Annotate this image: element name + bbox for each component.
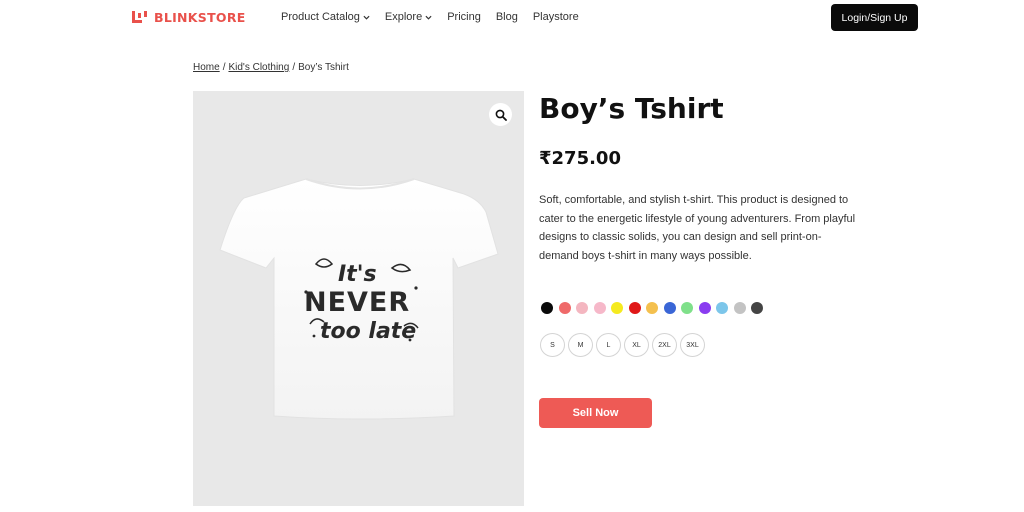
color-swatch[interactable] [558, 302, 571, 314]
breadcrumb-separator: / [222, 62, 226, 73]
color-swatch[interactable] [698, 302, 711, 314]
nav-pricing[interactable]: Pricing [447, 11, 481, 23]
breadcrumb-home[interactable]: Home [193, 62, 220, 73]
nav-label: Explore [384, 11, 423, 23]
nav-playstore[interactable]: Playstore [533, 11, 579, 23]
size-option[interactable]: L [596, 333, 621, 357]
size-option[interactable]: 2XL [652, 333, 677, 357]
main-nav: Product Catalog Explore Pricing Blog Pla… [281, 11, 579, 23]
color-swatch[interactable] [751, 302, 763, 314]
size-option[interactable]: M [568, 333, 593, 357]
logo-text: BLINKSTORE [154, 9, 246, 25]
size-option[interactable]: XL [624, 333, 649, 357]
breadcrumb-current: Boy’s Tshirt [298, 62, 349, 73]
chevron-down-icon [363, 15, 370, 20]
nav-label: Product Catalog [281, 11, 360, 23]
size-option[interactable]: 3XL [680, 333, 705, 357]
nav-blog[interactable]: Blog [496, 11, 518, 23]
product-image: It's NEVER too late [219, 178, 499, 420]
zoom-button[interactable] [489, 103, 512, 126]
breadcrumb-separator: / [292, 62, 296, 73]
site-header: BLINKSTORE Product Catalog Explore Prici… [0, 0, 1024, 36]
product-price: ₹275.00 [539, 148, 621, 169]
sell-now-button[interactable]: Sell Now [539, 398, 652, 428]
nav-label: Pricing [447, 11, 481, 23]
size-options: S M L XL 2XL 3XL [540, 333, 705, 357]
logo-icon [132, 11, 149, 23]
color-swatch[interactable] [663, 302, 676, 314]
color-swatch[interactable] [646, 302, 658, 314]
breadcrumb: Home / Kid's Clothing / Boy’s Tshirt [193, 62, 349, 73]
chevron-down-icon [425, 15, 432, 20]
color-swatch[interactable] [593, 302, 606, 314]
svg-text:too late: too late [320, 319, 416, 344]
product-image-gallery: It's NEVER too late [193, 91, 524, 506]
svg-text:It's: It's [338, 262, 377, 287]
logo[interactable]: BLINKSTORE [132, 9, 246, 25]
login-signup-button[interactable]: Login/Sign Up [831, 4, 918, 31]
color-swatch[interactable] [541, 302, 553, 314]
nav-explore[interactable]: Explore [385, 11, 432, 23]
nav-label: Blog [495, 11, 518, 23]
nav-label: Playstore [532, 11, 579, 23]
color-swatch[interactable] [628, 302, 641, 314]
search-icon [495, 109, 507, 121]
svg-text:NEVER: NEVER [304, 287, 410, 318]
color-swatch[interactable] [576, 302, 588, 314]
color-swatch[interactable] [716, 302, 728, 314]
breadcrumb-category[interactable]: Kid's Clothing [228, 62, 289, 73]
product-description: Soft, comfortable, and stylish t-shirt. … [539, 194, 856, 262]
product-title: Boy’s Tshirt [539, 92, 724, 125]
color-swatch[interactable] [681, 302, 693, 314]
nav-product-catalog[interactable]: Product Catalog [281, 11, 370, 23]
color-swatches [541, 302, 763, 314]
color-swatch[interactable] [733, 302, 746, 314]
size-option[interactable]: S [540, 333, 565, 357]
color-swatch[interactable] [611, 302, 623, 314]
